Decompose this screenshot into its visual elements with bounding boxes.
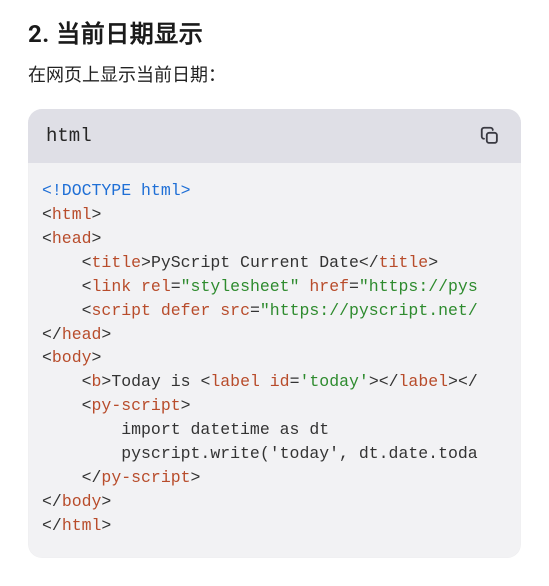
section-subtext: 在网页上显示当前日期： xyxy=(28,61,521,87)
code-header: html xyxy=(28,109,521,163)
section-heading: 2. 当前日期显示 xyxy=(28,14,521,49)
code-block: html <!DOCTYPE html> <html> <head> <titl… xyxy=(28,109,521,558)
code-content: <!DOCTYPE html> <html> <head> <title>PyS… xyxy=(28,163,521,558)
code-language-label: html xyxy=(46,125,92,147)
copy-icon[interactable] xyxy=(477,123,503,149)
